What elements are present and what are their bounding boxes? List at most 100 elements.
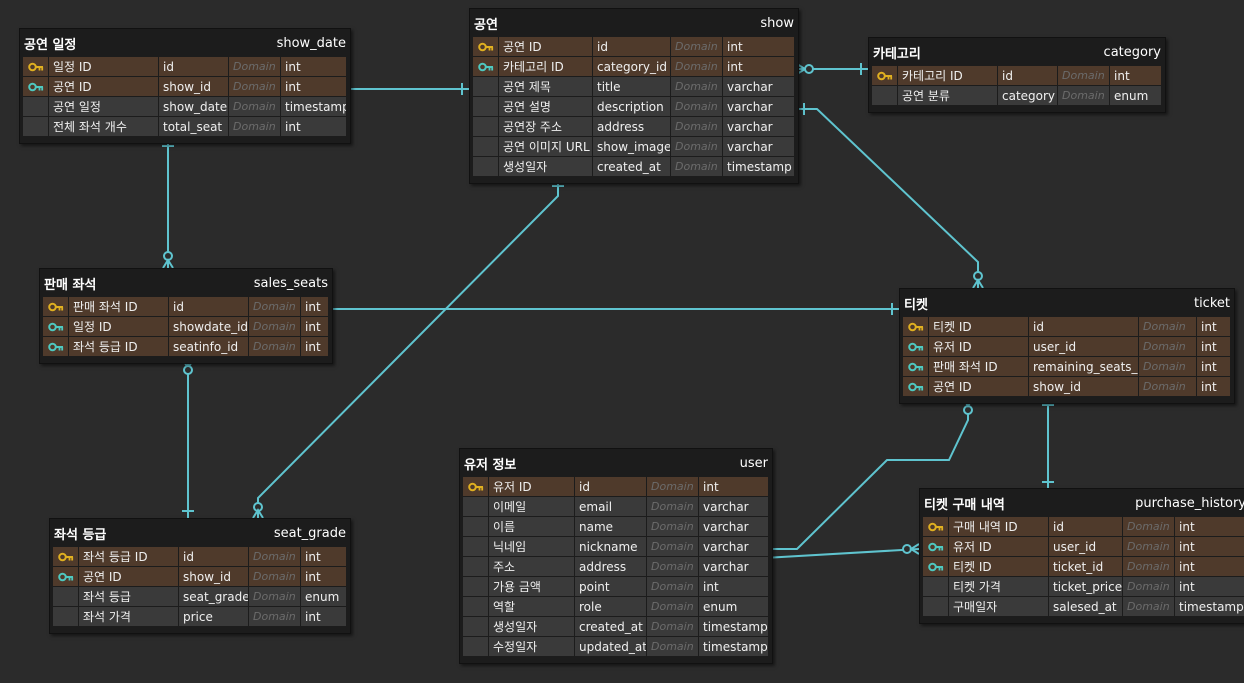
table-row[interactable]: 공연 ID show_id Domain int bbox=[23, 77, 347, 97]
column-type: varchar bbox=[723, 77, 795, 97]
table-row[interactable]: 일정 ID id Domain int bbox=[23, 57, 347, 77]
table-row[interactable]: 유저 ID id Domain int bbox=[463, 477, 769, 497]
column-label: 공연 ID bbox=[79, 567, 179, 587]
table-row[interactable]: 공연 이미지 URL show_image Domain varchar bbox=[473, 137, 795, 157]
table-header[interactable]: 공연 일정 show_date bbox=[20, 29, 350, 57]
table-row[interactable]: 티켓 ID id Domain int bbox=[903, 317, 1231, 337]
table-row[interactable]: 판매 좌석 ID remaining_seats_id Domain int bbox=[903, 357, 1231, 377]
table-purchase_history[interactable]: 티켓 구매 내역 purchase_history 구매 내역 ID id Domain… bbox=[919, 488, 1244, 624]
table-row[interactable]: 공연 제목 title Domain varchar bbox=[473, 77, 795, 97]
column-label: 가용 금액 bbox=[489, 577, 575, 597]
table-row[interactable]: 좌석 등급 seat_grade Domain enum bbox=[53, 587, 347, 607]
table-row[interactable]: 좌석 가격 price Domain int bbox=[53, 607, 347, 627]
table-row[interactable]: 주소 address Domain varchar bbox=[463, 557, 769, 577]
column-domain: Domain bbox=[229, 57, 281, 77]
table-row[interactable]: 생성일자 created_at Domain timestamp bbox=[463, 617, 769, 637]
table-header[interactable]: 좌석 등급 seat_grade bbox=[50, 519, 350, 547]
table-row[interactable]: 가용 금액 point Domain int bbox=[463, 577, 769, 597]
table-show[interactable]: 공연 show 공연 ID id Domain int 카테고리 ID category_id… bbox=[469, 8, 799, 184]
table-row[interactable]: 수정일자 updated_at Domain timestamp bbox=[463, 637, 769, 657]
table-row[interactable]: 구매일자 salesed_at Domain timestamp bbox=[923, 597, 1244, 617]
table-user[interactable]: 유저 정보 user 유저 ID id Domain int 이메일 email Domain v… bbox=[459, 448, 773, 664]
table-row[interactable]: 티켓 ID ticket_id Domain int bbox=[923, 557, 1244, 577]
column-label: 좌석 등급 ID bbox=[69, 337, 169, 357]
table-row[interactable]: 유저 ID user_id Domain int bbox=[923, 537, 1244, 557]
column-domain: Domain bbox=[1139, 317, 1197, 337]
column-label: 일정 ID bbox=[49, 57, 159, 77]
table-row[interactable]: 일정 ID showdate_id Domain int bbox=[43, 317, 329, 337]
foreign-key-icon bbox=[907, 362, 923, 371]
column-domain: Domain bbox=[249, 337, 301, 357]
column-name: showdate_id bbox=[169, 317, 249, 337]
table-header[interactable]: 티켓 ticket bbox=[900, 289, 1234, 317]
table-row[interactable]: 역할 role Domain enum bbox=[463, 597, 769, 617]
key-cell bbox=[872, 66, 898, 86]
table-row[interactable]: 공연 설명 description Domain varchar bbox=[473, 97, 795, 117]
key-icon bbox=[927, 522, 943, 531]
table-row[interactable]: 공연장 주소 address Domain varchar bbox=[473, 117, 795, 137]
table-sales_seats[interactable]: 판매 좌석 sales_seats 판매 좌석 ID id Domain int 일정 ID… bbox=[39, 268, 333, 364]
table-row[interactable]: 전체 좌석 개수 total_seat Domain int bbox=[23, 117, 347, 137]
table-row[interactable]: 공연 ID id Domain int bbox=[473, 37, 795, 57]
column-name: category_id bbox=[593, 57, 671, 77]
table-row[interactable]: 카테고리 ID id Domain int bbox=[872, 66, 1162, 86]
column-domain: Domain bbox=[647, 477, 699, 497]
table-header[interactable]: 티켓 구매 내역 purchase_history bbox=[920, 489, 1244, 517]
table-row[interactable]: 좌석 등급 ID seatinfo_id Domain int bbox=[43, 337, 329, 357]
table-row[interactable]: 유저 ID user_id Domain int bbox=[903, 337, 1231, 357]
column-name: id bbox=[179, 547, 249, 567]
column-name: name bbox=[575, 517, 647, 537]
table-header[interactable]: 공연 show bbox=[470, 9, 798, 37]
cardinality-zero-mark bbox=[973, 271, 983, 281]
table-title: 판매 좌석 bbox=[44, 277, 97, 293]
table-ticket[interactable]: 티켓 ticket 티켓 ID id Domain int 유저 ID user_id Doma… bbox=[899, 288, 1235, 404]
column-label: 판매 좌석 ID bbox=[929, 357, 1029, 377]
key-cell bbox=[923, 517, 949, 537]
relation-show-ticket bbox=[797, 108, 979, 288]
table-row[interactable]: 카테고리 ID category_id Domain int bbox=[473, 57, 795, 77]
column-domain: Domain bbox=[671, 117, 723, 137]
table-category[interactable]: 카테고리 category 카테고리 ID id Domain int 공연 분류 categ… bbox=[868, 37, 1166, 113]
column-name: id bbox=[1049, 517, 1123, 537]
table-row[interactable]: 티켓 가격 ticket_price Domain int bbox=[923, 577, 1244, 597]
column-name: seat_grade bbox=[179, 587, 249, 607]
column-label: 공연 ID bbox=[929, 377, 1029, 397]
column-type: varchar bbox=[723, 97, 795, 117]
key-cell bbox=[463, 557, 489, 577]
key-cell bbox=[43, 297, 69, 317]
key-icon bbox=[47, 302, 63, 311]
cardinality-zero-mark bbox=[804, 64, 814, 74]
table-show_date[interactable]: 공연 일정 show_date 일정 ID id Domain int 공연 ID show_… bbox=[19, 28, 351, 144]
table-row[interactable]: 생성일자 created_at Domain timestamp bbox=[473, 157, 795, 177]
table-row[interactable]: 공연 ID show_id Domain int bbox=[903, 377, 1231, 397]
table-row[interactable]: 공연 분류 category Domain enum bbox=[872, 86, 1162, 106]
table-title: 유저 정보 bbox=[464, 457, 517, 473]
table-header[interactable]: 판매 좌석 sales_seats bbox=[40, 269, 332, 297]
column-type: varchar bbox=[699, 557, 769, 577]
column-domain: Domain bbox=[229, 97, 281, 117]
key-cell bbox=[463, 577, 489, 597]
cardinality-many-mark bbox=[909, 543, 920, 555]
table-row[interactable]: 공연 ID show_id Domain int bbox=[53, 567, 347, 587]
table-row[interactable]: 이름 name Domain varchar bbox=[463, 517, 769, 537]
table-seat_grade[interactable]: 좌석 등급 seat_grade 좌석 등급 ID id Domain int 공연 ID s… bbox=[49, 518, 351, 634]
table-row[interactable]: 판매 좌석 ID id Domain int bbox=[43, 297, 329, 317]
table-header[interactable]: 카테고리 category bbox=[869, 38, 1165, 66]
column-type: int bbox=[281, 77, 347, 97]
column-name: role bbox=[575, 597, 647, 617]
table-title: 카테고리 bbox=[873, 46, 921, 62]
table-row[interactable]: 좌석 등급 ID id Domain int bbox=[53, 547, 347, 567]
column-type: varchar bbox=[723, 117, 795, 137]
column-label: 카테고리 ID bbox=[499, 57, 593, 77]
table-row[interactable]: 구매 내역 ID id Domain int bbox=[923, 517, 1244, 537]
key-icon bbox=[876, 71, 892, 80]
table-row[interactable]: 닉네임 nickname Domain varchar bbox=[463, 537, 769, 557]
foreign-key-icon bbox=[477, 62, 493, 71]
table-row[interactable]: 공연 일정 show_date Domain timestamp bbox=[23, 97, 347, 117]
column-label: 이메일 bbox=[489, 497, 575, 517]
column-label: 이름 bbox=[489, 517, 575, 537]
table-header[interactable]: 유저 정보 user bbox=[460, 449, 772, 477]
table-row[interactable]: 이메일 email Domain varchar bbox=[463, 497, 769, 517]
column-domain: Domain bbox=[671, 137, 723, 157]
column-domain: Domain bbox=[671, 157, 723, 177]
